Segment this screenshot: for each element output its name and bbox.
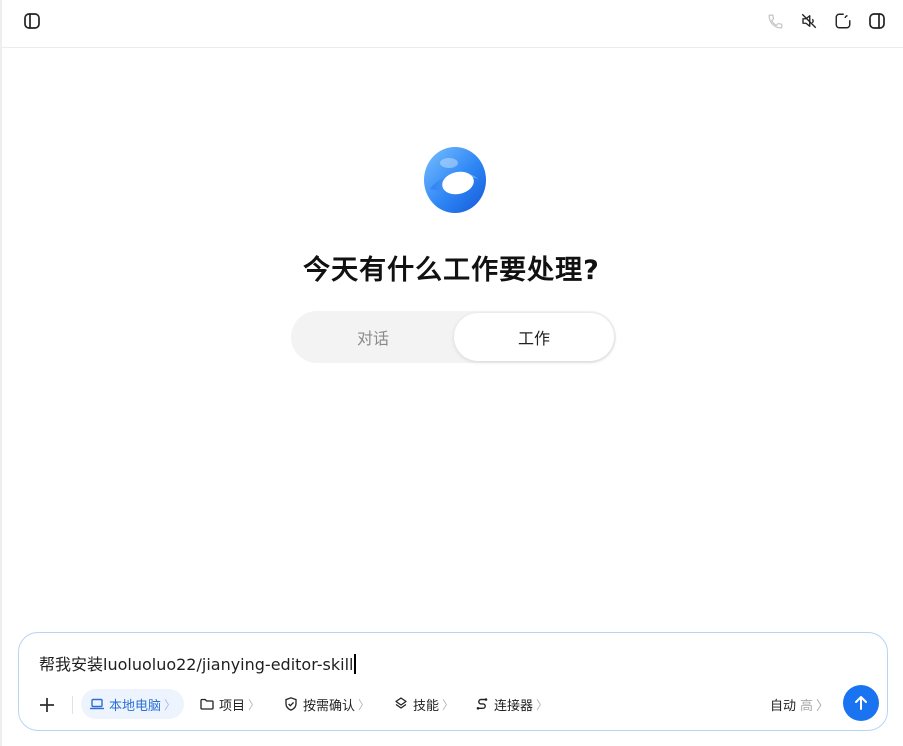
text-caret — [354, 654, 356, 674]
folder-icon — [199, 696, 215, 712]
new-chat-icon[interactable] — [832, 10, 854, 32]
chip-label: 项目 — [219, 698, 246, 714]
chip-connectors[interactable]: 连接器 〉 — [474, 689, 548, 719]
chip-confirm-on-demand[interactable]: 按需确认 〉 — [283, 689, 370, 719]
chevron-right-icon: 〉 — [815, 699, 829, 714]
chip-label: 按需确认 — [303, 698, 356, 714]
auto-label: 自动 — [769, 699, 796, 714]
prompt-input[interactable]: 帮我安装luoluoluo22/jianying-editor-skill — [39, 651, 356, 675]
prompt-input-text: 帮我安装luoluoluo22/jianying-editor-skill — [39, 655, 354, 674]
arrow-up-icon — [855, 696, 867, 710]
chip-skills[interactable]: 技能 〉 — [393, 689, 454, 719]
chip-label: 技能 — [413, 698, 440, 714]
chip-local-computer[interactable]: 本地电脑 〉 — [81, 689, 185, 719]
tab-chat[interactable]: 对话 — [293, 313, 453, 361]
app-logo — [422, 145, 488, 215]
effort-selector[interactable]: 自动高〉 — [770, 695, 829, 714]
chevron-right-icon: 〉 — [442, 697, 455, 712]
plus-icon — [40, 698, 54, 712]
prompt-composer: 帮我安装luoluoluo22/jianying-editor-skill 本地… — [18, 632, 888, 731]
mute-icon[interactable] — [798, 10, 820, 32]
page-headline: 今天有什么工作要处理? — [303, 255, 600, 286]
chevron-right-icon: 〉 — [248, 697, 261, 712]
level-label: 高 — [799, 699, 813, 714]
connector-icon — [474, 696, 490, 712]
layers-icon — [393, 696, 409, 712]
attach-button[interactable] — [35, 693, 59, 717]
top-bar — [2, 0, 903, 48]
chevron-right-icon: 〉 — [358, 697, 371, 712]
send-button[interactable] — [843, 685, 879, 721]
chip-label: 连接器 — [494, 698, 534, 714]
tab-work[interactable]: 工作 — [454, 313, 614, 361]
laptop-icon — [89, 696, 105, 712]
panel-toggle-icon[interactable] — [866, 10, 888, 32]
shield-check-icon — [283, 696, 299, 712]
phone-icon[interactable] — [764, 10, 786, 32]
chip-label: 本地电脑 — [109, 698, 162, 714]
mode-switch: 对话 工作 — [291, 311, 616, 363]
chip-project[interactable]: 项目 〉 — [199, 689, 260, 719]
chevron-right-icon: 〉 — [536, 697, 549, 712]
sidebar-toggle-icon[interactable] — [21, 10, 43, 32]
chevron-right-icon: 〉 — [164, 697, 177, 712]
window-left-border — [0, 0, 2, 746]
toolbar-divider — [72, 696, 73, 714]
